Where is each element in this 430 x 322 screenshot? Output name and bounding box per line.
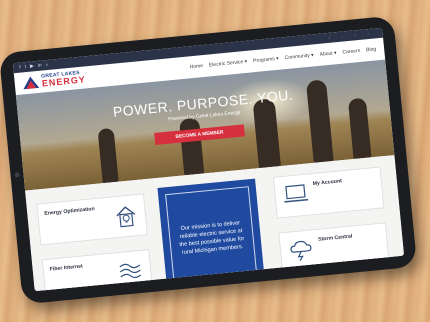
search-icon[interactable]: ⌕: [45, 62, 48, 68]
website-screen: f t ▶ in ⌕ GREAT LAKES ENERGY Home Elect…: [12, 27, 405, 292]
nav-programs[interactable]: Programs ▾: [253, 56, 279, 64]
storm-central-card[interactable]: Storm Central: [278, 222, 390, 275]
linkedin-icon[interactable]: in: [38, 63, 42, 69]
logo-mark-icon: [23, 76, 40, 90]
utility-link-2[interactable]: [341, 34, 351, 38]
site-logo[interactable]: GREAT LAKES ENERGY: [22, 70, 86, 90]
hero-child-figure-2: [347, 97, 372, 160]
house-lightbulb-icon: [116, 206, 136, 228]
facebook-icon[interactable]: f: [19, 65, 21, 71]
utility-link-3[interactable]: [354, 33, 364, 37]
my-account-card[interactable]: My Account: [272, 166, 385, 219]
utility-link-1[interactable]: [328, 35, 338, 39]
card-title: My Account: [312, 178, 343, 188]
nav-community[interactable]: Community ▾: [284, 52, 314, 61]
energy-optimization-card[interactable]: Energy Optimization: [36, 193, 148, 246]
youtube-icon[interactable]: ▶: [30, 63, 34, 69]
tablet-device: f t ▶ in ⌕ GREAT LAKES ENERGY Home Elect…: [0, 15, 418, 305]
utility-link-4[interactable]: [367, 32, 377, 36]
storm-cloud-icon: [290, 240, 312, 261]
card-title: Energy Optimization: [44, 206, 95, 217]
mission-text: Our mission is to deliver reliable elect…: [165, 186, 258, 290]
card-title: Storm Central: [317, 233, 353, 243]
camera-lens: [14, 172, 20, 178]
nav-home[interactable]: Home: [189, 63, 203, 70]
utility-links: [328, 32, 377, 39]
hero-adult-figure: [178, 117, 205, 176]
fiber-internet-card[interactable]: Fiber Internet: [41, 249, 154, 292]
card-title: Fiber Internet: [49, 263, 84, 273]
hero-child-figure: [97, 127, 119, 184]
nav-electric-service[interactable]: Electric Service ▾: [209, 59, 248, 69]
nav-about[interactable]: About ▾: [319, 50, 336, 58]
mission-statement: Our mission is to deliver reliable elect…: [157, 178, 266, 292]
logo-text-bottom: ENERGY: [41, 74, 87, 89]
fiber-waves-icon: [119, 263, 142, 279]
nav-careers[interactable]: Careers: [342, 48, 360, 56]
twitter-icon[interactable]: t: [24, 64, 26, 70]
laptop-icon: [284, 184, 309, 203]
nav-blog[interactable]: Blog: [366, 46, 377, 53]
